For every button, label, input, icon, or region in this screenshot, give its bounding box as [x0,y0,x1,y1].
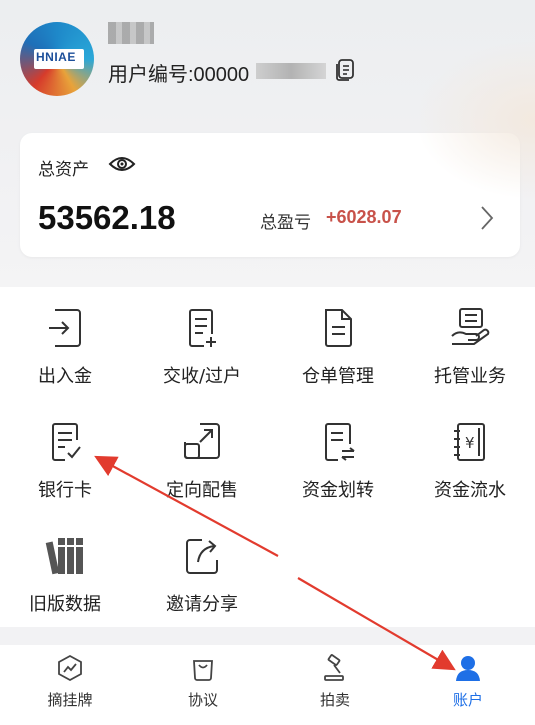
menu-label: 交收/过户 [162,366,242,387]
user-name-redacted [108,22,154,44]
listing-icon [58,654,82,682]
menu-item-deposit-withdraw[interactable]: 出入金 [0,304,130,388]
menu-item-share[interactable]: 邀请分享 [137,532,267,616]
avatar[interactable]: HNIAE [20,22,94,96]
menu-item-settlement-transfer[interactable]: 交收/过户 [137,304,267,388]
logo-text: HNIAE [36,50,76,64]
account-icon [456,656,480,681]
tab-account[interactable]: 账户 [418,653,518,710]
asset-summary-card[interactable]: 总资产 53562.18 总盈亏 +6028.07 [20,133,520,257]
account-header: HNIAE 用户编号:00000 总资产 53562.18 总盈亏 +6028.… [0,0,535,292]
fund-transfer-icon [325,423,355,461]
directed-placement-icon [184,423,220,459]
tab-label: 协议 [187,691,218,709]
function-grid: 出入金 交收/过户 仓单管理 托管业务 银行卡 定向配售 资金划转 ¥ 资金流水… [0,287,535,627]
tab-label: 拍卖 [319,691,350,709]
menu-label: 定向配售 [166,480,238,501]
user-number: 用户编号:00000 [108,64,250,86]
agreement-icon [193,660,213,681]
eye-icon[interactable] [108,155,136,173]
chevron-right-icon[interactable] [480,205,494,231]
menu-item-warehouse-receipt[interactable]: 仓单管理 [273,304,403,388]
user-number-redacted [256,63,326,79]
total-pl-label: 总盈亏 [260,213,311,233]
fund-flow-icon: ¥ [454,423,485,461]
deposit-withdraw-icon [49,309,81,347]
total-assets-label: 总资产 [38,160,89,180]
tab-auction[interactable]: 拍卖 [285,653,385,710]
menu-label: 资金划转 [302,480,374,501]
svg-text:¥: ¥ [465,434,475,452]
tab-agreement[interactable]: 协议 [153,653,253,710]
menu-item-fund-transfer[interactable]: 资金划转 [273,418,403,502]
menu-item-fund-flow[interactable]: ¥ 资金流水 [405,418,535,502]
menu-label: 出入金 [38,366,92,387]
auction-icon [324,654,344,681]
menu-item-custody[interactable]: 托管业务 [405,304,535,388]
menu-label: 旧版数据 [29,594,101,615]
menu-label: 仓单管理 [302,366,374,387]
total-assets-value: 53562.18 [38,199,176,236]
bottom-tab-bar: 摘挂牌 协议 拍卖 账户 [0,645,535,725]
menu-item-legacy-data[interactable]: 旧版数据 [0,532,130,616]
tab-label: 摘挂牌 [47,691,93,709]
warehouse-receipt-icon [325,309,352,347]
menu-label: 托管业务 [434,366,506,387]
menu-label: 银行卡 [38,480,92,501]
tab-listing[interactable]: 摘挂牌 [20,653,120,710]
menu-item-bank-card[interactable]: 银行卡 [0,418,130,502]
share-icon [186,539,218,574]
menu-label: 邀请分享 [166,594,238,615]
settlement-transfer-icon [189,309,216,347]
tab-label: 账户 [452,691,483,709]
copy-icon[interactable] [334,58,356,82]
custody-icon [451,308,490,345]
menu-item-directed-placement[interactable]: 定向配售 [137,418,267,502]
legacy-data-icon [45,538,83,575]
total-pl-value: +6028.07 [326,207,402,227]
bank-card-icon [52,423,81,461]
menu-label: 资金流水 [434,480,506,501]
